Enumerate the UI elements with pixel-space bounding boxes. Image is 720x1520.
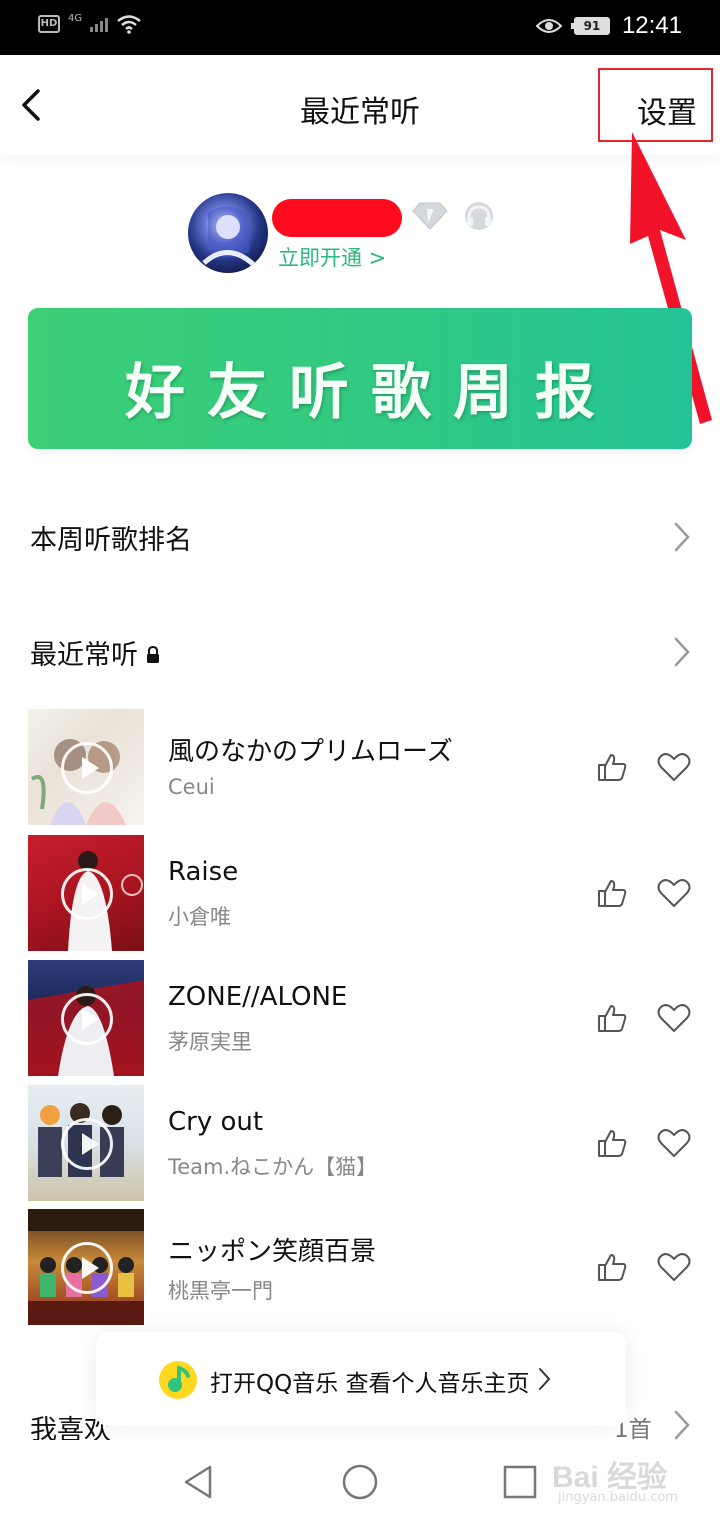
qq-music-icon <box>159 1361 197 1399</box>
song-item[interactable]: ニッポン笑顔百景 桃黒亭一門 <box>0 1209 720 1327</box>
chevron-right-icon <box>674 522 690 552</box>
song-title: ニッポン笑顔百景 <box>168 1237 377 1267</box>
song-item[interactable]: Raise 小倉唯 <box>0 835 720 953</box>
song-item[interactable]: Cry out Team.ねこかん【猫】 <box>0 1085 720 1203</box>
recent-label: 最近常听 <box>30 640 138 671</box>
thumbs-up-icon[interactable] <box>596 877 628 909</box>
heart-icon[interactable] <box>656 1251 692 1283</box>
wifi-icon <box>117 15 141 34</box>
thumbs-up-icon[interactable] <box>596 751 628 783</box>
heart-icon[interactable] <box>656 751 692 783</box>
heart-icon[interactable] <box>656 877 692 909</box>
thumbs-up-icon[interactable] <box>596 1002 628 1034</box>
avatar[interactable] <box>188 193 268 273</box>
song-title: ZONE//ALONE <box>168 982 348 1012</box>
nav-recent-icon[interactable] <box>502 1464 538 1500</box>
system-nav-bar: Bai 经验 jingyan.baidu.com <box>0 1440 720 1520</box>
recent-label-wrap: 最近常听 <box>30 633 160 672</box>
status-bar: HD 4G 91 12:41 <box>0 0 720 55</box>
chevron-right-icon <box>674 637 690 667</box>
song-artist: 小倉唯 <box>168 905 231 929</box>
play-icon <box>61 993 113 1045</box>
banner-text: 好友听歌周报 <box>125 358 617 428</box>
song-title: 風のなかのプリムローズ <box>168 737 453 767</box>
song-artist: 茅原実里 <box>168 1030 252 1054</box>
album-cover[interactable] <box>28 1209 144 1325</box>
nav-back-icon[interactable] <box>180 1462 220 1502</box>
album-cover[interactable] <box>28 1085 144 1201</box>
username-redacted <box>272 199 402 237</box>
weekly-rank-label: 本周听歌排名 <box>30 525 192 556</box>
thumbs-up-icon[interactable] <box>596 1251 628 1283</box>
open-qq-music-bar[interactable]: 打开QQ音乐 查看个人音乐主页 <box>96 1332 626 1426</box>
album-cover[interactable] <box>28 709 144 825</box>
heart-icon[interactable] <box>656 1127 692 1159</box>
eye-icon <box>535 19 562 33</box>
weekly-rank-row[interactable]: 本周听歌排名 <box>0 498 720 578</box>
album-cover[interactable] <box>28 960 144 1076</box>
nav-home-icon[interactable] <box>340 1462 380 1502</box>
lock-icon <box>147 645 159 663</box>
diamond-icon <box>412 202 448 230</box>
play-icon <box>61 868 113 920</box>
song-artist: Ceui <box>168 775 215 799</box>
friends-weekly-report-banner[interactable]: 好友听歌周报 <box>28 308 692 449</box>
song-title: Raise <box>168 857 239 887</box>
profile-section: 立即开通 > <box>186 193 546 273</box>
song-title: Cry out <box>168 1107 264 1137</box>
watermark: Bai 经验 jingyan.baidu.com <box>552 1461 678 1505</box>
album-cover[interactable] <box>28 835 144 951</box>
play-icon <box>61 1118 113 1170</box>
song-artist: 桃黒亭一門 <box>168 1279 273 1303</box>
open-qq-label: 打开QQ音乐 查看个人音乐主页 <box>210 1371 530 1397</box>
play-icon <box>61 1242 113 1294</box>
play-icon <box>61 742 113 794</box>
headphone-badge-icon <box>465 202 493 230</box>
song-artist: Team.ねこかん【猫】 <box>168 1155 378 1179</box>
chevron-right-icon <box>539 1368 551 1390</box>
clock: 12:41 <box>621 12 682 39</box>
battery-icon: 91 <box>570 17 610 35</box>
song-item[interactable]: ZONE//ALONE 茅原実里 <box>0 960 720 1078</box>
song-item[interactable]: 風のなかのプリムローズ Ceui <box>0 709 720 827</box>
heart-icon[interactable] <box>656 1002 692 1034</box>
network-label: 4G <box>68 12 83 24</box>
signal-icon <box>90 16 109 32</box>
chevron-right-icon <box>674 1410 690 1440</box>
open-vip-link[interactable]: 立即开通 > <box>278 242 386 272</box>
hd-icon: HD <box>38 15 60 33</box>
recent-row[interactable]: 最近常听 <box>0 613 720 693</box>
thumbs-up-icon[interactable] <box>596 1127 628 1159</box>
